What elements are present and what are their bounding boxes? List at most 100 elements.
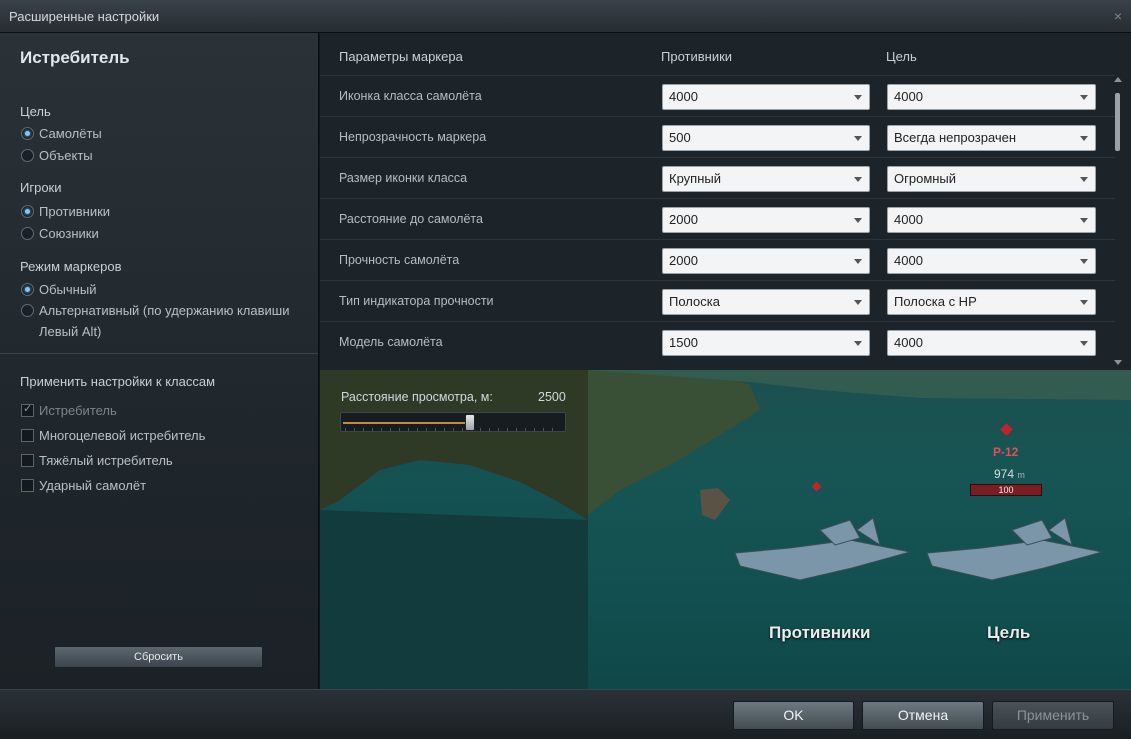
dropdown-value: 2000 [669,212,698,227]
radio-dot-icon [21,205,34,218]
row-label: Модель самолёта [339,335,443,349]
checkbox-heavy-fighter[interactable]: Тяжёлый истребитель [21,453,173,468]
table-row: Тип индикатора прочности Полоска Полоска… [320,280,1115,321]
row-label: Тип индикатора прочности [339,294,494,308]
enemies-dropdown[interactable]: 500 [662,125,870,151]
chevron-down-icon [854,300,862,305]
target-dropdown[interactable]: 4000 [887,84,1096,110]
target-plane-name: P-12 [993,445,1019,459]
slider-ticks [345,428,561,431]
slider-value: 2500 [538,390,566,404]
radio-dot-icon [21,227,34,240]
row-label: Иконка класса самолёта [339,89,482,103]
chevron-down-icon [854,341,862,346]
window-title: Расширенные настройки [9,9,160,24]
radio-label: Союзники [39,226,99,241]
target-dropdown[interactable]: Полоска с HP [887,289,1096,315]
dropdown-value: Крупный [669,171,721,186]
marker-preview: Расстояние просмотра, м: 2500 P-12 974 m… [320,370,1131,689]
radio-label-line2: Левый Alt) [39,324,102,339]
column-header-enemies: Противники [661,49,733,64]
dropdown-value: 4000 [894,89,923,104]
checkbox-multirole-fighter[interactable]: Многоцелевой истребитель [21,428,205,443]
enemies-dropdown[interactable]: 2000 [662,248,870,274]
dropdown-value: Полоска [669,294,720,309]
row-label: Расстояние до самолёта [339,212,483,226]
radio-dot-icon [21,127,34,140]
radio-mode-normal[interactable]: Обычный [21,279,96,300]
checkbox-label: Истребитель [39,403,117,418]
checkbox-icon [21,402,34,417]
apply-button[interactable]: Применить [992,701,1114,730]
dropdown-value: 4000 [894,253,923,268]
chevron-down-icon [854,95,862,100]
chevron-down-icon [1080,259,1088,264]
close-icon[interactable]: × [1114,8,1122,24]
settings-scrollbar[interactable] [1113,77,1123,365]
radio-players-enemies[interactable]: Противники [21,201,110,222]
cancel-button[interactable]: Отмена [862,701,984,730]
checkbox-attack-aircraft[interactable]: Ударный самолёт [21,478,146,493]
enemies-dropdown[interactable]: 2000 [662,207,870,233]
target-dropdown[interactable]: Всегда непрозрачен [887,125,1096,151]
dropdown-value: 4000 [894,212,923,227]
chevron-down-icon [1080,95,1088,100]
dropdown-value: Полоска с HP [894,294,977,309]
slider-track[interactable] [340,412,566,432]
table-row: Прочность самолёта 2000 4000 [320,239,1115,280]
radio-dot-icon [21,304,34,317]
slider-label: Расстояние просмотра, м: [341,390,493,404]
preview-label-enemies: Противники [769,623,871,642]
target-group-label: Цель [20,104,51,119]
enemies-dropdown[interactable]: Полоска [662,289,870,315]
table-row: Иконка класса самолёта 4000 4000 [320,75,1115,116]
marker-settings-table: Параметры маркера Противники Цель Иконка… [320,33,1131,370]
radio-mode-alternative[interactable]: Альтернативный (по удержанию клавиши Лев… [21,300,290,342]
radio-target-planes[interactable]: Самолёты [21,123,102,144]
ok-button[interactable]: OK [733,701,854,730]
column-header-target: Цель [886,49,917,64]
checkbox-label: Тяжёлый истребитель [39,453,173,468]
chevron-down-icon [854,136,862,141]
left-panel: Истребитель Цель Самолёты Объекты Игроки… [0,33,319,689]
radio-target-objects[interactable]: Объекты [21,145,93,166]
scroll-up-icon[interactable] [1114,77,1122,82]
enemies-dropdown[interactable]: 1500 [662,330,870,356]
scroll-thumb[interactable] [1115,93,1120,151]
radio-label: Объекты [39,148,93,163]
chevron-down-icon [854,259,862,264]
chevron-down-icon [854,177,862,182]
target-plane-distance: 974 m [994,467,1025,481]
checkbox-icon [21,454,34,467]
row-label: Размер иконки класса [339,171,468,185]
radio-label: Обычный [39,282,97,297]
table-row: Размер иконки класса Крупный Огромный [320,157,1115,198]
slider-handle[interactable] [465,414,475,431]
checkbox-fighter: Истребитель [21,402,117,418]
target-hp-bar: 100 [970,484,1042,496]
enemies-dropdown[interactable]: 4000 [662,84,870,110]
target-dropdown[interactable]: 4000 [887,248,1096,274]
dropdown-value: 4000 [669,89,698,104]
radio-players-allies[interactable]: Союзники [21,223,99,244]
row-label: Непрозрачность маркера [339,130,487,144]
target-dropdown[interactable]: 4000 [887,330,1096,356]
chevron-down-icon [1080,177,1088,182]
row-label: Прочность самолёта [339,253,460,267]
column-header-params: Параметры маркера [339,49,463,64]
enemies-dropdown[interactable]: Крупный [662,166,870,192]
dropdown-value: Всегда непрозрачен [894,130,1017,145]
radio-label-line1: Альтернативный (по удержанию клавиши [39,303,290,318]
radio-dot-icon [21,283,34,296]
class-heading: Истребитель [20,48,130,67]
scroll-down-icon[interactable] [1114,360,1122,365]
apply-classes-label: Применить настройки к классам [20,374,216,389]
target-dropdown[interactable]: 4000 [887,207,1096,233]
target-dropdown[interactable]: Огромный [887,166,1096,192]
reset-button[interactable]: Сбросить [54,646,263,668]
table-row: Непрозрачность маркера 500 Всегда непроз… [320,116,1115,157]
dropdown-value: 4000 [894,335,923,350]
checkbox-icon [21,479,34,492]
chevron-down-icon [854,218,862,223]
radio-label: Альтернативный (по удержанию клавиши Лев… [39,300,290,342]
